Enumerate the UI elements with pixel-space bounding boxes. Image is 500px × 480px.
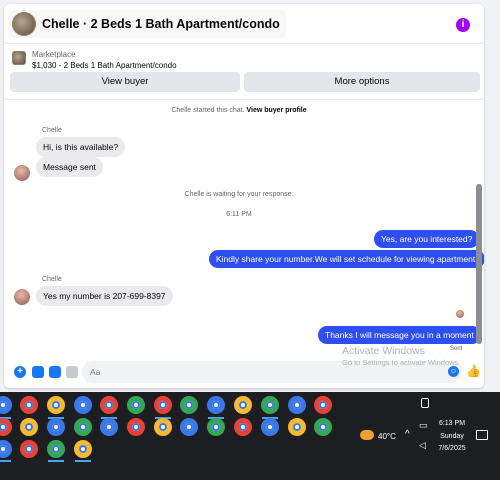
message-list: Chelle started this chat. View buyer pro… <box>4 100 484 358</box>
waiting-notice: Chelle is waiting for your response. <box>184 191 294 198</box>
photo-icon[interactable] <box>32 366 44 378</box>
weather-temperature[interactable]: 40°C <box>378 432 396 441</box>
read-receipt-avatar <box>456 310 464 318</box>
active-indicator <box>0 460 11 462</box>
clock-time[interactable]: 6:13 PM <box>430 420 474 427</box>
listing-thumbnail-icon <box>12 12 36 36</box>
chat-window: Chelle · 2 Beds 1 Bath Apartment/condo i… <box>4 4 484 388</box>
listing-title[interactable]: $1,030 - 2 Beds 1 Bath Apartment/condo <box>32 61 177 70</box>
chrome-icon[interactable] <box>0 396 12 414</box>
incoming-message[interactable]: Hi, is this available? <box>36 137 126 157</box>
scrollbar-thumb[interactable] <box>476 184 482 344</box>
chrome-icon[interactable] <box>234 418 252 436</box>
chrome-icon[interactable] <box>127 418 145 436</box>
sender-name: Chelle <box>42 127 62 134</box>
watermark-subtitle: Go to Settings to activate Windows. <box>342 358 461 367</box>
chrome-icon[interactable] <box>261 418 279 436</box>
gif-icon[interactable] <box>66 366 78 378</box>
chrome-icon[interactable] <box>20 440 38 458</box>
weather-icon[interactable] <box>360 430 374 440</box>
chrome-icon[interactable] <box>234 396 252 414</box>
chat-header: Chelle · 2 Beds 1 Bath Apartment/condo i <box>4 4 484 44</box>
sender-name: Chelle <box>42 276 62 283</box>
more-options-button[interactable]: More options <box>244 72 480 92</box>
chrome-icon[interactable] <box>47 440 65 458</box>
view-buyer-button[interactable]: View buyer <box>10 72 240 92</box>
avatar[interactable] <box>14 165 30 181</box>
incoming-message[interactable]: Yes my number is 207-699-8397 <box>36 286 173 306</box>
chrome-icon[interactable] <box>180 418 198 436</box>
chrome-icon[interactable] <box>100 396 118 414</box>
clock-date[interactable]: 7/6/2025 <box>430 445 474 452</box>
chrome-icon[interactable] <box>288 418 306 436</box>
taskbar: 40°C ^ ▭ ◁ 6:13 PM Sunday 7/6/2025 <box>0 392 500 480</box>
chrome-icon[interactable] <box>74 440 92 458</box>
chrome-icon[interactable] <box>74 418 92 436</box>
chrome-icon[interactable] <box>127 396 145 414</box>
chrome-icon[interactable] <box>100 418 118 436</box>
network-icon[interactable]: ▭ <box>419 420 428 431</box>
watermark-title: Activate Windows <box>342 345 425 357</box>
notifications-icon[interactable] <box>476 430 488 440</box>
chrome-icon[interactable] <box>20 396 38 414</box>
active-indicator <box>48 460 64 462</box>
chrome-icon[interactable] <box>314 418 332 436</box>
chrome-icon[interactable] <box>154 418 172 436</box>
chat-title: Chelle · 2 Beds 1 Bath Apartment/condo <box>42 17 280 31</box>
chrome-icon[interactable] <box>180 396 198 414</box>
chrome-icon[interactable] <box>207 418 225 436</box>
outgoing-message[interactable]: Thanks I will message you in a moment <box>318 326 481 344</box>
thumbs-up-icon[interactable]: 👍 <box>466 364 481 378</box>
activate-windows-watermark: Activate Windows Go to Settings to activ… <box>342 345 460 369</box>
chrome-icon[interactable] <box>207 396 225 414</box>
info-icon[interactable]: i <box>456 18 470 32</box>
chat-title-button[interactable]: Chelle · 2 Beds 1 Bath Apartment/condo <box>8 10 286 38</box>
outgoing-message[interactable]: Yes, are you interested? <box>374 230 480 248</box>
clock-day[interactable]: Sunday <box>430 433 474 440</box>
chrome-icon[interactable] <box>20 418 38 436</box>
scrollbar[interactable] <box>474 100 484 358</box>
chevron-up-icon[interactable]: ^ <box>405 429 410 440</box>
chrome-icon[interactable] <box>154 396 172 414</box>
marketplace-bar: Marketplace $1,030 - 2 Beds 1 Bath Apart… <box>4 44 484 100</box>
chrome-icon[interactable] <box>0 440 12 458</box>
chrome-icon[interactable] <box>47 418 65 436</box>
marketplace-label: Marketplace <box>32 50 76 59</box>
incoming-message[interactable]: Message sent <box>36 157 103 177</box>
avatar[interactable] <box>14 289 30 305</box>
chat-started-text: Chelle started this chat. <box>171 107 245 114</box>
meet-now-icon[interactable] <box>421 398 429 408</box>
view-buyer-profile-link[interactable]: View buyer profile <box>246 107 306 114</box>
volume-icon[interactable]: ◁ <box>419 440 426 451</box>
chrome-icon[interactable] <box>0 418 12 436</box>
outgoing-message[interactable]: Kindly share your number.We will set sch… <box>209 250 484 268</box>
plus-icon[interactable]: + <box>14 366 26 378</box>
chrome-icon[interactable] <box>261 396 279 414</box>
chat-started-notice: Chelle started this chat. View buyer pro… <box>4 107 474 114</box>
active-indicator <box>75 460 91 462</box>
chrome-icon[interactable] <box>288 396 306 414</box>
timestamp: 6:11 PM <box>226 211 252 218</box>
chrome-icon[interactable] <box>314 396 332 414</box>
listing-thumbnail-icon <box>12 51 26 65</box>
chrome-icon[interactable] <box>47 396 65 414</box>
chrome-icon[interactable] <box>74 396 92 414</box>
sticker-icon[interactable] <box>49 366 61 378</box>
